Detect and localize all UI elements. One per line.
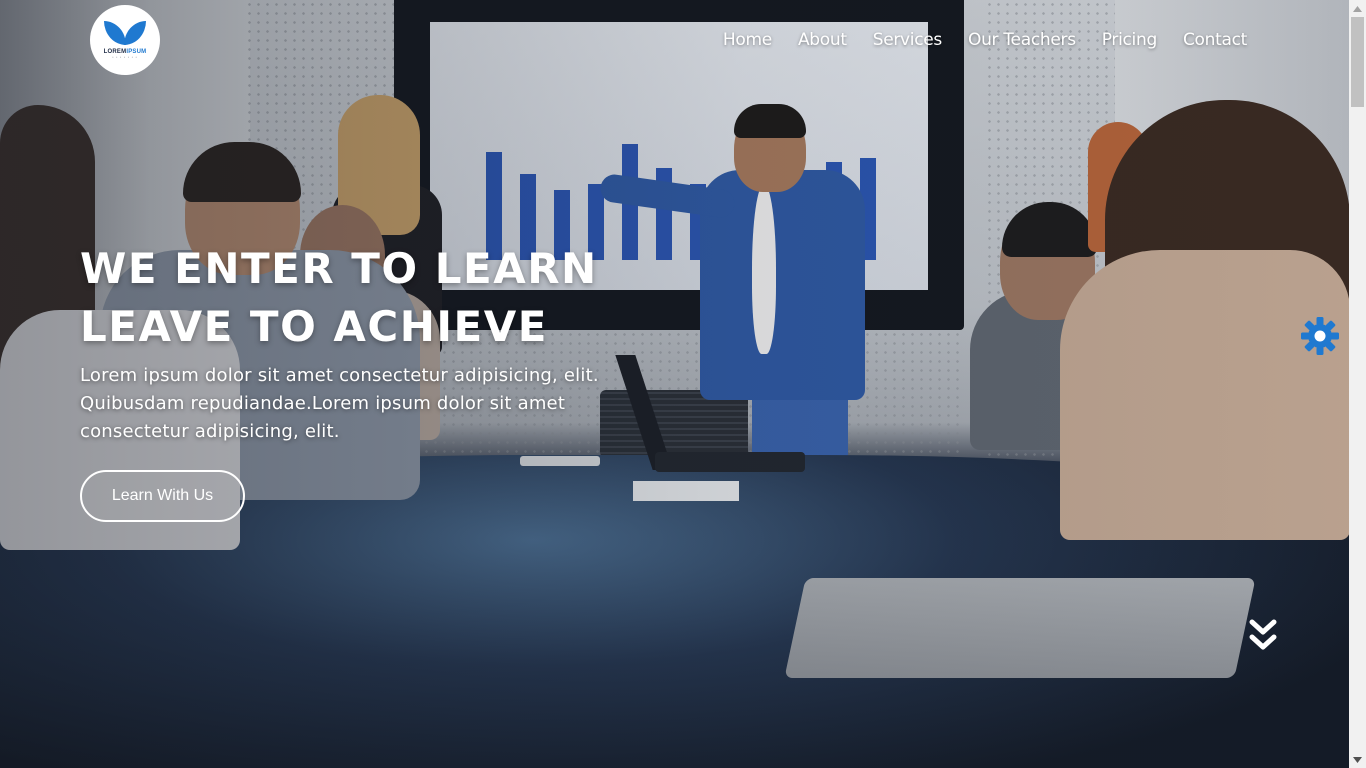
learn-with-us-button[interactable]: Learn With Us bbox=[80, 470, 245, 522]
gear-icon[interactable] bbox=[1300, 316, 1340, 356]
brand-logo[interactable]: LOREMIPSUM • • • • • • • bbox=[90, 5, 160, 75]
scroll-down-arrow-icon[interactable] bbox=[1349, 751, 1366, 768]
nav-services[interactable]: Services bbox=[873, 30, 943, 50]
hero-subtext: Lorem ipsum dolor sit amet consectetur a… bbox=[80, 365, 599, 442]
scrollbar-thumb[interactable] bbox=[1351, 17, 1364, 107]
hero-headline: WE ENTER TO LEARN LEAVE TO ACHIEVE bbox=[80, 240, 640, 356]
double-chevron-down-icon[interactable] bbox=[1246, 618, 1280, 656]
scroll-up-arrow-icon[interactable] bbox=[1349, 0, 1366, 17]
nav-home[interactable]: Home bbox=[723, 30, 772, 50]
nav-pricing[interactable]: Pricing bbox=[1102, 30, 1158, 50]
headline-line-1: WE ENTER TO LEARN bbox=[80, 244, 598, 293]
page-scrollbar[interactable] bbox=[1349, 0, 1366, 768]
main-nav: Home About Services Our Teachers Pricing… bbox=[723, 30, 1247, 50]
nav-contact[interactable]: Contact bbox=[1183, 30, 1247, 50]
nav-our-teachers[interactable]: Our Teachers bbox=[968, 30, 1076, 50]
headline-line-2: LEAVE TO ACHIEVE bbox=[80, 302, 548, 351]
brand-tagline: • • • • • • • bbox=[112, 55, 138, 59]
nav-about[interactable]: About bbox=[798, 30, 847, 50]
logo-wings-icon bbox=[102, 21, 148, 47]
